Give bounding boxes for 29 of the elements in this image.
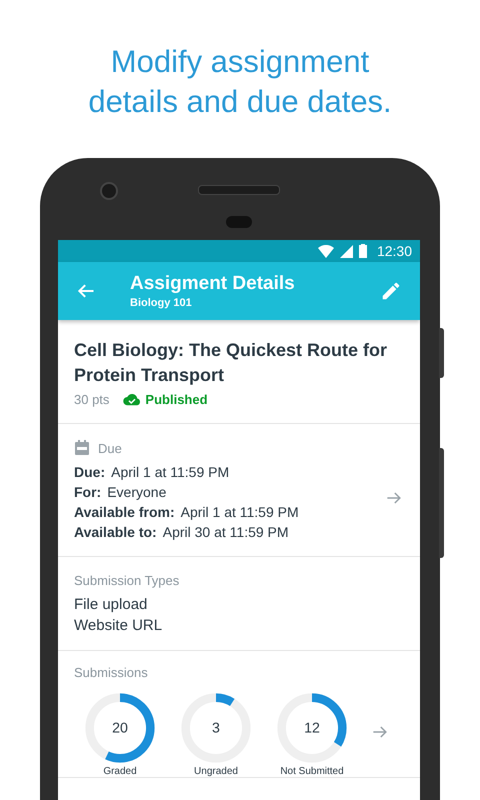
section-heading: Submission Types [74, 573, 180, 588]
stat-count: 12 [304, 720, 320, 737]
battery-icon [358, 244, 367, 258]
due-detail: Available from: April 1 at 11:59 PM [74, 504, 300, 520]
camera [100, 182, 118, 200]
cloud-check-icon [123, 392, 142, 406]
section-heading: Submissions [74, 665, 148, 680]
due-detail: Due: April 1 at 11:59 PM [74, 464, 230, 480]
section-heading: Due [98, 440, 122, 456]
stat-label: Graded [103, 766, 137, 777]
due-detail: For: Everyone [74, 484, 168, 500]
status-time: 12:30 [376, 243, 412, 259]
stat-label: Not Submitted [280, 766, 344, 777]
assignment-title: Cell Biology: The Quickest Route for Protein Transport [74, 339, 388, 387]
screen-subtitle: Biology 101 [130, 297, 193, 309]
stat-label: Ungraded [194, 766, 238, 777]
screen-title: Assigment Details [130, 273, 296, 295]
due-detail: Available to: April 30 at 11:59 PM [74, 524, 290, 540]
submission-type: File upload [74, 596, 148, 613]
signal-icon [340, 244, 353, 258]
points: 30 pts [74, 392, 110, 407]
stat-count: 20 [112, 720, 128, 737]
calendar-icon [74, 440, 90, 456]
publish-status: Published [123, 392, 208, 407]
stat-count: 3 [212, 720, 220, 737]
headline: Modify assignment details and due dates. [87, 43, 393, 121]
sensor [226, 216, 252, 228]
wifi-icon [318, 244, 334, 258]
submission-type: Website URL [74, 617, 164, 634]
